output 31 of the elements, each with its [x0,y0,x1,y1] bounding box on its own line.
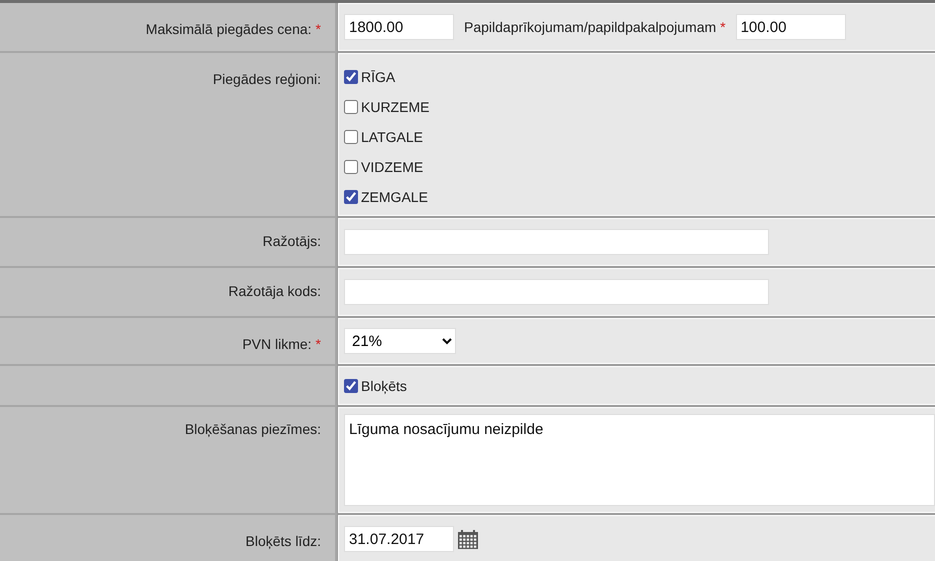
vat-rate-select[interactable]: 21% [344,328,456,354]
field-label: Ražotāja kods: [228,283,321,299]
checkbox-label: LATGALE [361,128,423,144]
field-label: Piegādes reģioni: [212,71,321,87]
required-mark: * [720,19,726,35]
checkbox[interactable] [344,160,358,174]
price-input[interactable]: 1800.00 [344,14,454,40]
field-label: Bloķēšanas piezīmes: [184,421,321,437]
required-mark: * [316,336,321,352]
calendar-icon[interactable] [458,530,478,548]
checkbox-label: Bloķēts [361,378,407,394]
checkbox-label: KURZEME [361,98,430,114]
checkbox[interactable] [344,70,358,84]
field-label: Bloķēts līdz: [246,533,321,549]
checkbox[interactable] [344,100,358,114]
text-input[interactable] [344,229,769,255]
checkbox[interactable] [344,190,358,204]
required-mark: * [316,21,321,37]
field-label: Papildaprīkojumam/papildpakalpojumam [464,19,716,35]
field-label: Maksimālā piegādes cena: [146,21,312,37]
checkbox[interactable] [344,130,358,144]
date-input[interactable]: 31.07.2017 [344,526,454,552]
field-label: PVN likme: [242,336,312,352]
field-label: Ražotājs: [262,233,321,249]
checkbox[interactable] [344,378,358,392]
notes-textarea[interactable]: Līguma nosacījumu neizpilde [344,414,935,506]
checkbox-label: ZEMGALE [361,188,428,204]
price-input[interactable]: 100.00 [736,14,846,40]
checkbox-label: VIDZEME [361,158,424,174]
text-input[interactable] [344,279,769,305]
checkbox-label: RĪGA [361,68,396,84]
